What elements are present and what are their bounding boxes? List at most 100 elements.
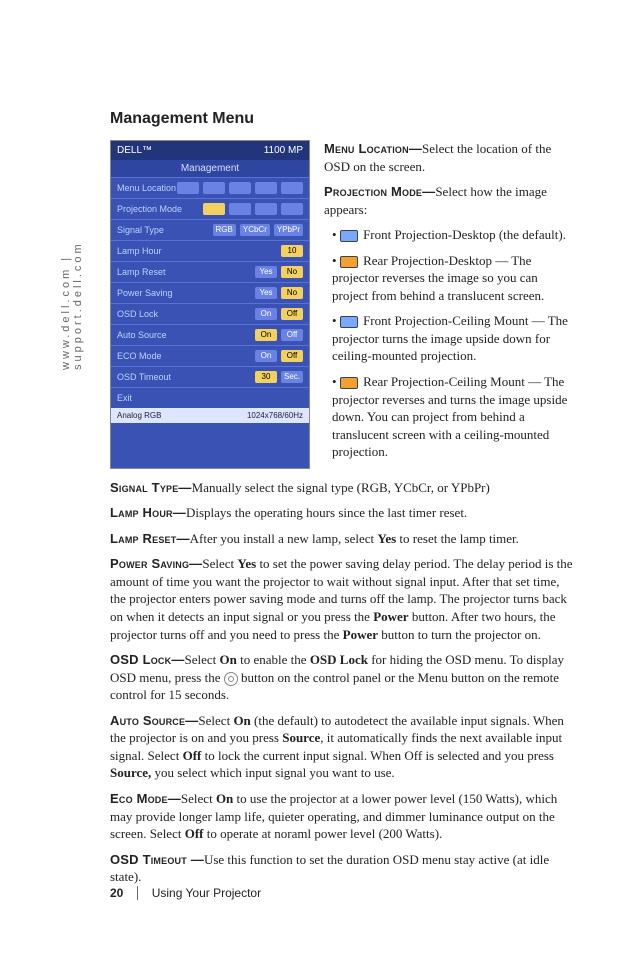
osd-row-label: Auto Source [117,330,167,340]
page-number: 20 [110,886,138,900]
osd-row-label: Power Saving [117,288,173,298]
term-lamp-hour: Lamp Hour— [110,505,186,520]
osd-row: Signal Type RGB YCbCr YPbPr [111,219,309,240]
osd-chip: On [255,350,277,362]
text: Select [202,556,237,571]
osd-chip: 30 [255,371,277,383]
text: Rear Projection-Desktop — The projector … [332,253,544,303]
osd-row-label: Menu Location [117,183,176,193]
osd-chip [229,203,251,215]
term-eco-mode: Eco Mode— [110,791,181,806]
osd-chip: Yes [255,287,277,299]
osd-row-values: OnOff [255,329,303,341]
term-projection-mode: Projection Mode— [324,184,435,199]
osd-chip [229,182,251,194]
bold-yes: Yes [377,531,396,546]
osd-chip: Yes [255,266,277,278]
osd-row-values: RGB YCbCr YPbPr [213,224,303,236]
term-menu-location: Menu Location— [324,141,422,156]
bold-off: Off [183,748,202,763]
osd-row: OSD Lock OnOff [111,303,309,324]
bold-yes: Yes [237,556,256,571]
text: button to turn the projector on. [378,627,541,642]
term-osd-timeout: OSD Timeout — [110,852,204,867]
osd-row: ECO Mode On Off [111,345,309,366]
bold-on: On [220,652,237,667]
osd-row-values: OnOff [255,308,303,320]
bold-on: On [233,713,250,728]
sidebar-url-text: www.dell.com | support.dell.com [60,140,84,370]
section-heading: Management Menu [110,110,576,128]
osd-row: Exit [111,387,309,408]
osd-row-label: Lamp Hour [117,246,162,256]
osd-row: OSD Timeout30Sec. [111,366,309,387]
osd-model: 1100 MP [264,145,303,156]
text: to reset the lamp timer. [396,531,519,546]
osd-chip [255,203,277,215]
osd-row: Lamp Reset Yes No [111,261,309,282]
osd-chip [203,182,225,194]
osd-chip: No [281,287,303,299]
osd-row-label: ECO Mode [117,351,162,361]
osd-chip: On [255,308,277,320]
bold-off: Off [185,826,204,841]
text: After you install a new lamp, select [190,531,378,546]
footer-text: Using Your Projector [152,886,261,900]
term-osd-lock: OSD Lock— [110,652,185,667]
term-auto-source: Auto Source— [110,713,198,728]
bold-osd-lock: OSD Lock [310,652,368,667]
osd-row-label: Projection Mode [117,204,182,214]
osd-row-values [177,182,303,194]
osd-row-values: 30 Sec. [255,371,303,383]
osd-chip: 10 [281,245,303,257]
osd-chip: Sec. [281,371,303,383]
osd-footer-left: Analog RGB [117,411,161,420]
text: Displays the operating hours since the l… [186,505,467,520]
osd-title: Management [111,160,309,177]
osd-chip [177,182,199,194]
osd-chip: Off [281,350,303,362]
osd-row: Lamp Hour 10 [111,240,309,261]
osd-row-label: Signal Type [117,225,164,235]
osd-row: Power Saving Yes No [111,282,309,303]
text: Select [181,791,216,806]
osd-row-values: On Off [255,350,303,362]
bold-on: On [216,791,233,806]
osd-row-values: Yes No [255,287,303,299]
term-power-saving: Power Saving— [110,556,202,571]
osd-chip: RGB [213,224,236,236]
text: to enable the [237,652,310,667]
osd-brand: DELL™ [117,145,152,156]
osd-chip: YPbPr [274,224,303,236]
bold-source: Source [282,730,320,745]
proj-front-ceiling-icon [340,316,358,328]
text: Rear Projection-Ceiling Mount — The proj… [332,374,567,459]
osd-row-label: Exit [117,393,132,403]
bold-power: Power [343,627,378,642]
osd-row: Auto Source OnOff [111,324,309,345]
osd-row-label: Lamp Reset [117,267,166,277]
text: Manually select the signal type (RGB, YC… [192,480,490,495]
text: to operate at noraml power level (200 Wa… [204,826,443,841]
osd-row-values: Yes No [255,266,303,278]
osd-chip: No [281,266,303,278]
text: Front Projection-Desktop (the default). [360,227,566,242]
term-lamp-reset: Lamp Reset— [110,531,190,546]
osd-row-values [203,203,303,215]
text: to lock the current input signal. When O… [201,748,554,763]
term-signal-type: Signal Type— [110,480,192,495]
osd-chip: Off [281,329,303,341]
osd-row: Projection Mode [111,198,309,219]
page-footer: 20 Using Your Projector [110,886,261,900]
osd-chip: YCbCr [240,224,270,236]
menu-button-icon [224,672,238,686]
text: Select [185,652,220,667]
osd-chip [281,203,303,215]
osd-row-label: OSD Lock [117,309,158,319]
proj-rear-desktop-icon [340,256,358,268]
bold-source: Source, [110,765,151,780]
text: Front Projection-Ceiling Mount — The pro… [332,313,568,363]
osd-chip [203,203,225,215]
proj-rear-ceiling-icon [340,377,358,389]
bold-power: Power [373,609,408,624]
